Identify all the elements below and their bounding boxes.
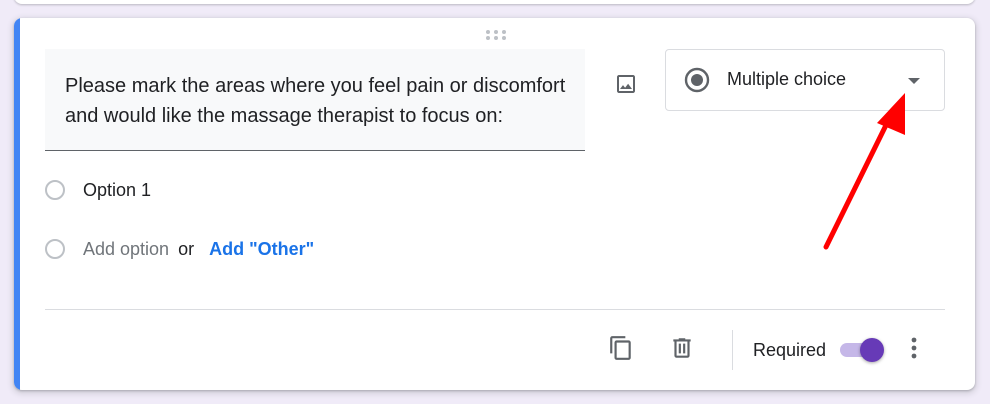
option-row: Option 1	[45, 178, 151, 202]
question-title[interactable]: Please mark the areas where you feel pai…	[65, 71, 577, 131]
caret-down-icon	[908, 78, 920, 84]
add-option-button[interactable]: Add option	[83, 239, 169, 260]
previous-question-card	[14, 0, 975, 4]
footer-separator	[732, 330, 733, 370]
option-label[interactable]: Option 1	[83, 180, 151, 201]
question-title-field[interactable]: Please mark the areas where you feel pai…	[45, 49, 585, 151]
more-vert-icon	[911, 337, 917, 359]
required-label: Required	[753, 340, 827, 360]
trash-icon	[673, 338, 691, 358]
add-image-button[interactable]	[608, 66, 644, 102]
radio-checked-icon	[684, 67, 710, 93]
or-text: or	[178, 238, 195, 259]
question-card[interactable]: Please mark the areas where you feel pai…	[14, 18, 975, 390]
delete-button[interactable]	[664, 330, 700, 366]
toggle-thumb	[860, 338, 884, 362]
footer-divider	[45, 309, 945, 310]
duplicate-button[interactable]	[603, 330, 639, 366]
radio-icon	[45, 239, 65, 259]
add-other-button[interactable]: Add "Other"	[209, 239, 314, 260]
drag-handle-icon[interactable]	[485, 29, 507, 41]
radio-icon	[45, 180, 65, 200]
required-toggle[interactable]	[838, 338, 886, 362]
duplicate-icon	[610, 336, 631, 360]
question-type-label: Multiple choice	[727, 69, 847, 89]
image-icon	[617, 75, 635, 93]
active-card-indicator	[14, 18, 20, 390]
question-type-dropdown[interactable]: Multiple choice	[665, 49, 945, 111]
add-option-row: Add option or Add "Other"	[45, 237, 314, 261]
more-options-button[interactable]	[900, 330, 928, 366]
